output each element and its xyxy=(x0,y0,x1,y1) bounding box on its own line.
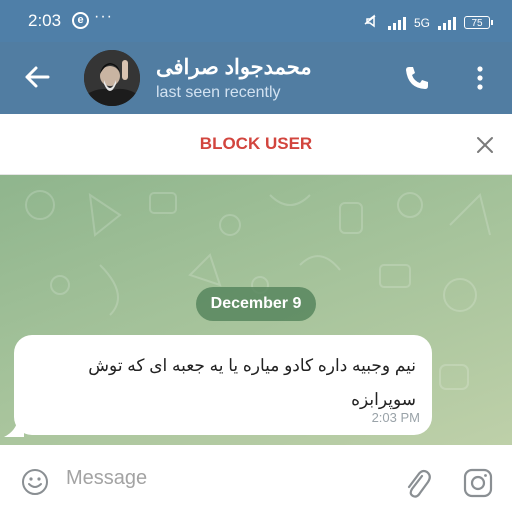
chat-title[interactable]: محمدجواد صرافی xyxy=(156,55,312,80)
emoji-button[interactable] xyxy=(20,467,50,497)
status-indicators: 5G 75 xyxy=(362,13,493,32)
chat-header: محمدجواد صرافی last seen recently xyxy=(0,42,512,114)
more-vertical-icon xyxy=(477,66,483,90)
avatar[interactable] xyxy=(84,50,140,106)
attach-button[interactable] xyxy=(402,467,432,501)
paperclip-icon xyxy=(407,469,431,498)
block-user-bar: BLOCK USER xyxy=(0,114,512,175)
battery-icon: 75 xyxy=(464,16,493,29)
close-icon xyxy=(477,137,493,153)
network-type-icon: 5G xyxy=(413,15,430,30)
mute-icon xyxy=(362,13,380,32)
app-notification-icon: e xyxy=(72,12,89,29)
status-bar: 2:03 e ··· 5G 75 xyxy=(0,0,512,42)
signal-2-icon xyxy=(438,16,456,30)
arrow-left-icon xyxy=(25,66,50,88)
message-input[interactable] xyxy=(66,463,366,493)
message-bubble[interactable]: نیم وجبیه داره کادو میاره یا یه جعبه ای … xyxy=(14,335,432,435)
block-user-button[interactable]: BLOCK USER xyxy=(0,134,512,154)
more-notifications-icon: ··· xyxy=(94,8,113,25)
signal-icon xyxy=(387,16,406,30)
message-text: نیم وجبیه داره کادو میاره یا یه جعبه ای … xyxy=(88,356,416,409)
message-time: 2:03 PM xyxy=(371,410,420,425)
profile-photo-icon xyxy=(84,50,140,106)
chat-area[interactable]: December 9 نیم وجبیه داره کادو میاره یا … xyxy=(0,175,512,445)
camera-button[interactable] xyxy=(462,467,494,499)
emoji-icon xyxy=(22,469,48,495)
phone-icon xyxy=(406,67,428,89)
close-block-bar-button[interactable] xyxy=(474,134,496,156)
date-separator: December 9 xyxy=(196,287,316,321)
message-input-bar xyxy=(0,445,512,512)
call-button[interactable] xyxy=(402,63,432,93)
menu-button[interactable] xyxy=(470,63,490,93)
chat-subtitle: last seen recently xyxy=(156,84,281,101)
camera-icon xyxy=(463,468,493,498)
status-time: 2:03 xyxy=(28,11,62,30)
back-button[interactable] xyxy=(20,60,54,94)
